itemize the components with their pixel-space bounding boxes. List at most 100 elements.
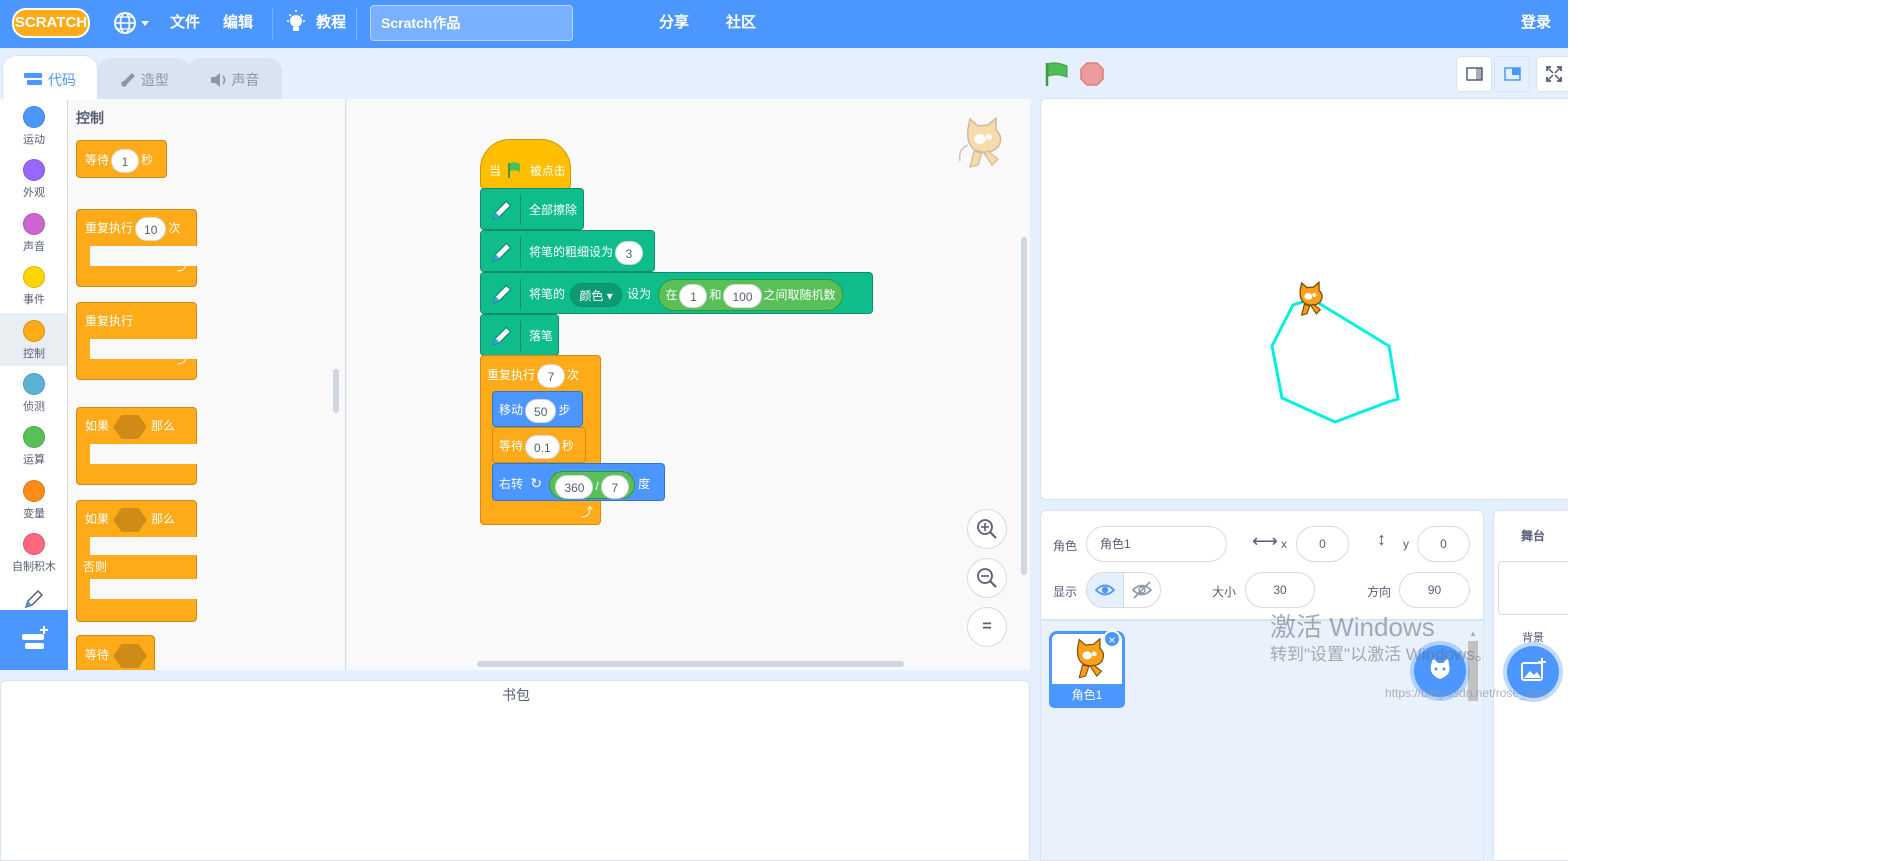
file-menu[interactable]: 文件: [170, 0, 200, 48]
green-flag-button[interactable]: [1043, 60, 1071, 91]
category-sound[interactable]: 声音: [0, 206, 67, 259]
category-color-dot: [23, 480, 45, 502]
block-set-pen-param[interactable]: 将笔的 颜色 ▾ 设为 在 1 和 100 之间取随机数: [480, 272, 873, 314]
sprite-tile-name: 角色1: [1049, 684, 1125, 708]
backpack-label: 书包: [502, 687, 530, 703]
category-sensing[interactable]: 侦测: [0, 366, 67, 419]
zoom-out-button[interactable]: [967, 558, 1007, 598]
fullscreen-icon: [1546, 66, 1562, 82]
backpack-panel[interactable]: 书包: [0, 680, 1030, 861]
block-input[interactable]: 7: [537, 363, 566, 388]
block-input[interactable]: 0.1: [525, 434, 560, 459]
add-extension-button[interactable]: [0, 610, 68, 670]
block-if-else[interactable]: 如果 那么 否则: [76, 500, 197, 622]
block-input[interactable]: 50: [525, 398, 557, 423]
fullscreen-button[interactable]: [1536, 56, 1568, 92]
edit-menu[interactable]: 编辑: [223, 0, 253, 48]
size-label: 大小: [1212, 585, 1237, 599]
show-sprite-button[interactable]: [1086, 572, 1124, 608]
tab-code[interactable]: 代码: [2, 55, 98, 100]
block-wait[interactable]: 等待 0.1 秒: [492, 427, 586, 463]
block-text: 次: [567, 368, 580, 382]
language-menu[interactable]: [112, 0, 152, 48]
block-wait[interactable]: 等待 1 秒: [76, 140, 167, 178]
block-repeat[interactable]: 重复执行 10 次 ⤴: [76, 209, 197, 287]
block-turn-right[interactable]: 右转 ↻ 360/7 度: [492, 463, 665, 501]
workspace-vertical-scrollbar[interactable]: [1021, 237, 1027, 575]
category-label: 声音: [23, 241, 45, 253]
scratch-logo[interactable]: SCRATCH: [12, 8, 90, 38]
tab-costumes-label: 造型: [140, 72, 169, 88]
delete-sprite-icon[interactable]: ×: [1103, 630, 1121, 648]
block-when-flag-clicked[interactable]: 当 被点击: [480, 139, 571, 189]
zoom-out-icon: [977, 568, 997, 588]
project-title-input[interactable]: Scratch作品: [370, 5, 573, 41]
green-flag-icon: [1045, 62, 1068, 86]
blog-url-watermark: https://blog.csdn.net/rose_lwm: [1385, 686, 1548, 700]
block-forever[interactable]: 重复执行 ⤴: [76, 302, 197, 380]
hide-sprite-button[interactable]: [1123, 572, 1161, 608]
block-text: 等待: [85, 648, 110, 662]
block-random[interactable]: 在 1 和 100 之间取随机数: [658, 278, 843, 311]
small-stage-icon: [1466, 67, 1483, 81]
block-divide[interactable]: 360/7: [549, 470, 635, 499]
tutorials-label: 教程: [316, 14, 347, 31]
block-pen-down[interactable]: 落笔: [480, 314, 559, 356]
community-link[interactable]: 社区: [726, 0, 756, 48]
y-input[interactable]: 0: [1417, 526, 1470, 562]
login-link[interactable]: 登录: [1521, 0, 1551, 48]
boolean-slot[interactable]: [113, 414, 148, 439]
block-text: 重复执行: [85, 221, 134, 235]
block-pen-clear[interactable]: 全部擦除: [480, 188, 584, 230]
block-text: 重复执行: [487, 368, 536, 382]
tab-costumes[interactable]: 造型: [97, 58, 191, 100]
block-input[interactable]: 100: [723, 283, 762, 308]
palette-scrollbar[interactable]: [333, 369, 339, 413]
workspace-horizontal-scrollbar[interactable]: [477, 661, 904, 667]
stage-canvas[interactable]: [1040, 98, 1568, 500]
block-input[interactable]: 7: [600, 474, 629, 499]
block-if-then[interactable]: 如果 那么: [76, 407, 197, 485]
scratch-editor: SCRATCH 文件 编辑 教程 Scratch作品 分享 社区 登录 代码 造…: [0, 0, 1903, 861]
category-looks[interactable]: 外观: [0, 152, 67, 205]
share-button[interactable]: 分享: [659, 0, 689, 48]
category-variables[interactable]: 变量: [0, 473, 67, 526]
direction-input[interactable]: 90: [1399, 572, 1470, 608]
tutorials-menu[interactable]: 教程: [286, 0, 346, 48]
zoom-in-button[interactable]: [967, 509, 1007, 549]
code-workspace[interactable]: 当 被点击 全部擦除 将笔的粗细设为 3 将笔的 颜色 ▾ 设为 在 1 和 100 之间…: [347, 99, 1030, 670]
dropdown-value: 颜色: [579, 288, 604, 303]
sprite-tile[interactable]: 角色1 ×: [1049, 630, 1125, 708]
size-input[interactable]: 30: [1245, 572, 1315, 608]
pen-icon: [24, 589, 44, 609]
globe-icon: [114, 12, 149, 34]
small-stage-button[interactable]: [1456, 56, 1492, 92]
pen-param-dropdown[interactable]: 颜色 ▾: [570, 282, 622, 307]
block-text: 设为: [627, 287, 652, 301]
x-input[interactable]: 0: [1296, 526, 1349, 562]
category-color-dot: [23, 426, 45, 448]
block-input[interactable]: 360: [555, 474, 594, 499]
category-control[interactable]: 控制: [0, 313, 67, 366]
sprite-name-input[interactable]: 角色1: [1086, 526, 1227, 562]
tab-sounds[interactable]: 声音: [187, 58, 282, 100]
block-input[interactable]: 10: [135, 216, 167, 241]
category-operators[interactable]: 运算: [0, 419, 67, 472]
block-input[interactable]: 1: [679, 283, 708, 308]
block-set-pen-size[interactable]: 将笔的粗细设为 3: [480, 230, 655, 272]
boolean-slot[interactable]: [113, 507, 148, 532]
category-my-blocks[interactable]: 自制积木: [0, 526, 67, 579]
block-move-steps[interactable]: 移动 50 步: [492, 391, 583, 427]
category-motion[interactable]: 运动: [0, 99, 67, 152]
category-events[interactable]: 事件: [0, 259, 67, 312]
block-input[interactable]: 3: [615, 240, 644, 265]
block-input[interactable]: 1: [111, 148, 140, 173]
block-wait-until[interactable]: 等待: [76, 635, 155, 670]
category-pen[interactable]: [0, 583, 67, 613]
boolean-slot[interactable]: [113, 643, 148, 668]
stop-button[interactable]: [1079, 61, 1105, 90]
zoom-reset-button[interactable]: =: [967, 607, 1007, 647]
large-stage-button[interactable]: [1494, 56, 1530, 92]
stage-title: 舞台: [1520, 529, 1545, 543]
palette-heading: 控制: [76, 110, 104, 126]
